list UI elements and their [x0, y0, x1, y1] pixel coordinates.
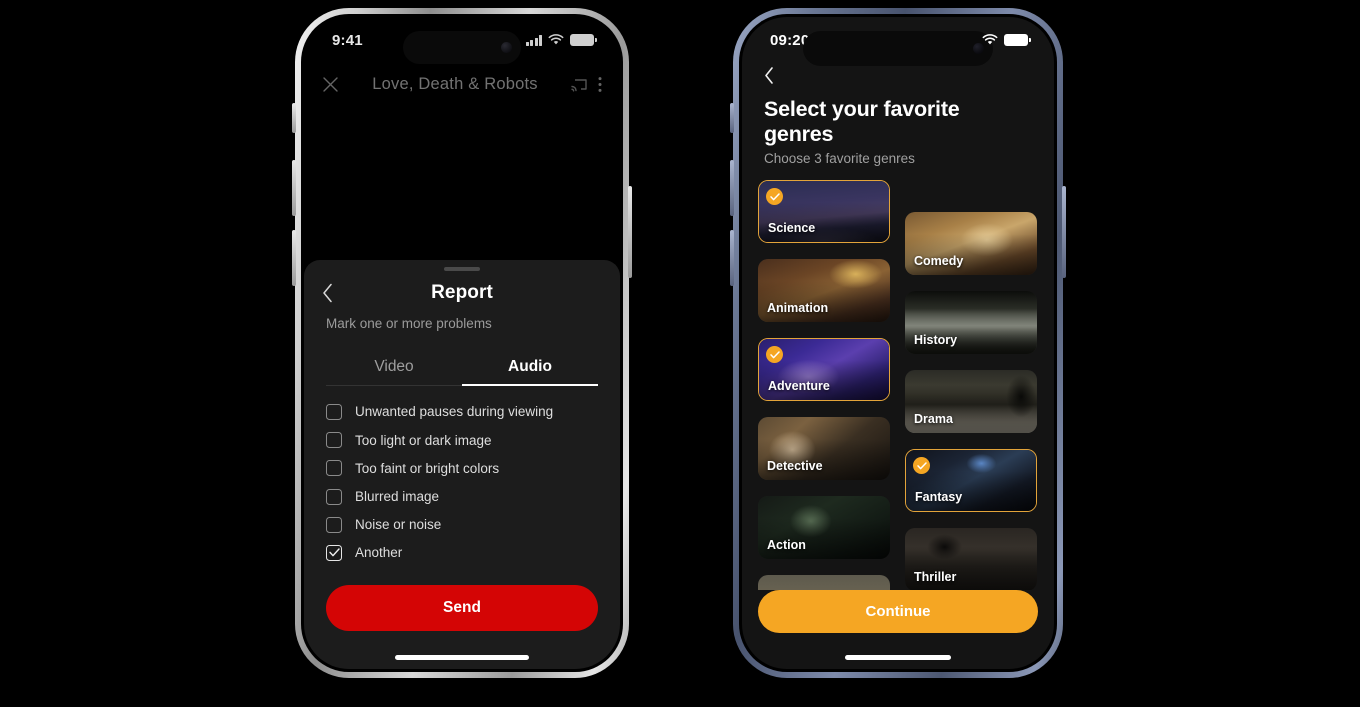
checkbox-checked-icon[interactable]: [326, 544, 342, 561]
tab-video[interactable]: Video: [326, 351, 462, 385]
phone-left-device: 9:41 Love, Death & Robots Report Mark on…: [292, 8, 632, 678]
report-subtitle: Mark one or more problems: [326, 315, 492, 331]
option-row[interactable]: Too light or dark image: [326, 426, 598, 454]
continue-button[interactable]: Continue: [758, 590, 1038, 633]
volume-up-button[interactable]: [730, 160, 734, 216]
volume-down-button[interactable]: [292, 230, 296, 286]
page-title: Select your favorite genres: [764, 97, 960, 146]
page-subtitle: Choose 3 favorite genres: [764, 151, 915, 166]
silent-switch[interactable]: [730, 103, 734, 133]
checkbox-unchecked-icon[interactable]: [326, 488, 342, 505]
wifi-icon: [548, 34, 564, 46]
genre-card-fantasy[interactable]: Fantasy: [905, 449, 1037, 512]
checkbox-unchecked-icon[interactable]: [326, 432, 342, 449]
genre-column-left: Science Animation Adventure Detective Ac…: [758, 180, 890, 590]
silent-switch[interactable]: [292, 103, 296, 133]
status-icons: [525, 34, 597, 46]
genre-card-action[interactable]: Action: [758, 496, 890, 559]
genre-card-drama[interactable]: Drama: [905, 370, 1037, 433]
player-title: Love, Death & Robots: [372, 74, 538, 93]
genre-card-detective[interactable]: Detective: [758, 417, 890, 480]
report-sheet: Report Mark one or more problems Video A…: [304, 259, 620, 669]
genre-label: Action: [767, 538, 806, 552]
option-label: Unwanted pauses during viewing: [355, 404, 554, 420]
checkbox-unchecked-icon[interactable]: [326, 460, 342, 477]
option-label: Too light or dark image: [355, 432, 492, 448]
option-label: Blurred image: [355, 489, 440, 505]
chevron-left-icon[interactable]: [764, 67, 774, 84]
option-label: Noise or noise: [355, 517, 442, 533]
home-indicator: [395, 655, 529, 660]
tab-audio[interactable]: Audio: [462, 351, 598, 386]
option-row[interactable]: Noise or noise: [326, 511, 598, 539]
dynamic-island: [403, 31, 521, 64]
genre-label: Fantasy: [915, 490, 963, 504]
option-row[interactable]: Another: [326, 539, 598, 567]
check-circle-icon: [766, 188, 783, 205]
cellular-bars-icon: [525, 34, 542, 46]
more-vertical-icon[interactable]: [598, 76, 602, 93]
chevron-left-icon[interactable]: [318, 279, 337, 306]
option-row[interactable]: Too faint or bright colors: [326, 454, 598, 482]
status-bar-left: 9:41: [304, 17, 620, 64]
phone-right-device: 09:20 Select your favorite genres Choose…: [730, 8, 1066, 678]
genre-grid: Science Animation Adventure Detective Ac…: [742, 180, 1054, 590]
dynamic-island: [803, 31, 993, 66]
genre-card-history[interactable]: History: [905, 291, 1037, 354]
phone-right-screen: 09:20 Select your favorite genres Choose…: [742, 17, 1054, 669]
option-row[interactable]: Unwanted pauses during viewing: [326, 398, 598, 426]
genre-label: Drama: [914, 412, 953, 426]
home-indicator: [845, 655, 951, 660]
phone-left-screen: 9:41 Love, Death & Robots Report Mark on…: [304, 17, 620, 669]
genre-label: Detective: [767, 459, 823, 473]
genre-label: Science: [768, 221, 816, 235]
back-button[interactable]: [742, 63, 1054, 89]
power-button[interactable]: [628, 186, 632, 278]
cast-icon[interactable]: [571, 77, 588, 92]
genre-card-western[interactable]: Western: [758, 575, 890, 590]
status-time: 9:41: [332, 31, 363, 49]
phone-left-bezel: 9:41 Love, Death & Robots Report Mark on…: [301, 14, 623, 672]
send-button[interactable]: Send: [326, 585, 598, 631]
check-circle-icon: [766, 346, 783, 363]
genre-card-animation[interactable]: Animation: [758, 259, 890, 322]
wifi-icon: [982, 34, 998, 46]
genre-label: Thriller: [914, 570, 957, 584]
checkbox-unchecked-icon[interactable]: [326, 516, 342, 533]
option-label: Too faint or bright colors: [355, 460, 500, 476]
checkbox-unchecked-icon[interactable]: [326, 403, 342, 420]
option-label: Another: [355, 545, 403, 561]
power-button[interactable]: [1062, 186, 1066, 278]
option-row[interactable]: Blurred image: [326, 482, 598, 510]
check-circle-icon: [913, 457, 930, 474]
genre-card-comedy[interactable]: Comedy: [905, 212, 1037, 275]
genre-label: Animation: [767, 301, 829, 315]
report-title: Report: [431, 281, 493, 303]
genre-label: Comedy: [914, 254, 964, 268]
send-button-wrap: Send: [304, 567, 620, 631]
battery-icon: [1004, 34, 1031, 46]
genre-label: History: [914, 333, 958, 347]
status-bar-right: 09:20: [742, 17, 1054, 66]
volume-down-button[interactable]: [730, 230, 734, 286]
front-camera-icon: [501, 42, 512, 53]
phone-right-bezel: 09:20 Select your favorite genres Choose…: [739, 14, 1057, 672]
genre-shade: [758, 575, 890, 590]
volume-up-button[interactable]: [292, 160, 296, 216]
report-options-list: Unwanted pauses during viewing Too light…: [304, 386, 620, 567]
genre-column-right: Comedy History Drama Fantasy Thriller: [905, 212, 1037, 590]
close-icon[interactable]: [322, 76, 339, 93]
continue-button-wrap: Continue: [742, 590, 1054, 633]
genre-card-thriller[interactable]: Thriller: [905, 528, 1037, 590]
battery-icon: [570, 34, 597, 46]
genre-card-science[interactable]: Science: [758, 180, 890, 243]
report-tabs: Video Audio: [326, 351, 598, 386]
screenshot-canvas: 9:41 Love, Death & Robots Report Mark on…: [0, 0, 1360, 707]
report-header: Report: [304, 271, 620, 315]
genre-label: Adventure: [768, 379, 830, 393]
genre-card-adventure[interactable]: Adventure: [758, 338, 890, 401]
player-top-bar: Love, Death & Robots: [304, 63, 620, 105]
